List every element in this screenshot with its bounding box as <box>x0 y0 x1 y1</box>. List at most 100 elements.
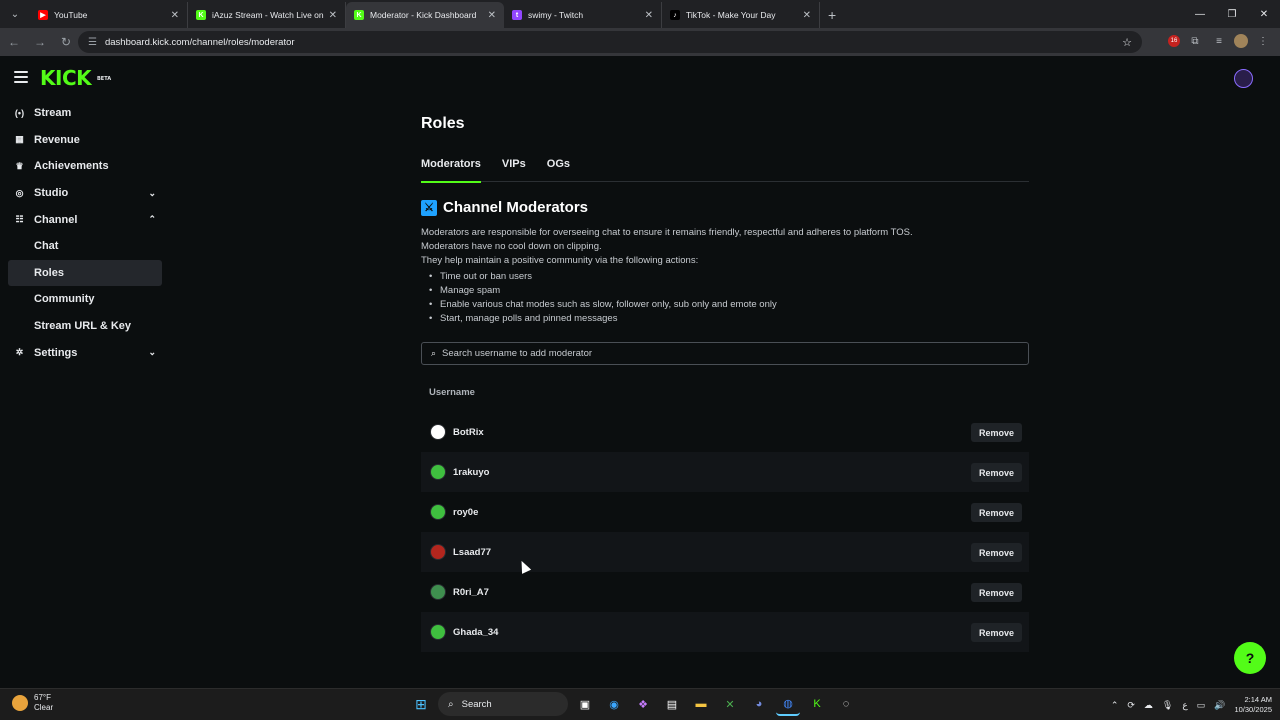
weather-widget[interactable]: 67°F Clear <box>12 693 53 713</box>
sidebar-item-stream-url-key[interactable]: Stream URL & Key <box>0 313 170 340</box>
moderator-username[interactable]: Lsaad77 <box>453 547 491 558</box>
help-chat-button[interactable]: ? <box>1234 642 1266 674</box>
sidebar-item-chat[interactable]: Chat <box>0 233 170 260</box>
remove-button[interactable]: Remove <box>970 543 1022 562</box>
puzzle-icon[interactable]: ⧉ <box>1186 32 1204 50</box>
remove-button[interactable]: Remove <box>970 463 1022 482</box>
action-item: Start, manage polls and pinned messages <box>421 312 1029 326</box>
tab-favicon-icon: ▶ <box>38 10 48 20</box>
microphone-icon[interactable]: 🎙 <box>1162 700 1173 711</box>
tab-vips[interactable]: VIPs <box>502 158 526 182</box>
sidebar-item-achievements[interactable]: ♛ Achievements <box>0 153 170 180</box>
moderator-username[interactable]: BotRix <box>453 427 484 438</box>
taskbar-search[interactable]: ⌕ Search <box>438 692 568 716</box>
tab-favicon-icon: K <box>354 10 364 20</box>
close-window-icon[interactable]: ✕ <box>1248 0 1280 28</box>
moderator-username[interactable]: Ghada_34 <box>453 627 498 638</box>
avatar <box>430 424 446 440</box>
start-icon[interactable]: ⊞ <box>409 692 433 716</box>
tab-close-icon[interactable]: ✕ <box>171 10 179 21</box>
discord-icon[interactable]: ◕ <box>747 692 771 716</box>
language-icon[interactable]: ع <box>1182 700 1187 711</box>
moderator-username[interactable]: roy0e <box>453 507 478 518</box>
chevron-up-icon[interactable]: ⌃ <box>1111 700 1119 711</box>
kick-app-icon[interactable]: K <box>805 692 829 716</box>
xbox-icon[interactable]: ✕ <box>718 692 742 716</box>
avatar <box>430 584 446 600</box>
remove-button[interactable]: Remove <box>970 503 1022 522</box>
sidebar-item-label: Achievements <box>34 160 109 173</box>
studio-icon: ◎ <box>15 187 24 198</box>
sync-icon[interactable]: ⟳ <box>1127 700 1135 711</box>
chrome-icon[interactable]: ◍ <box>776 692 800 716</box>
tab-title: Moderator - Kick Dashboard <box>370 10 477 20</box>
tab-close-icon[interactable]: ✕ <box>645 10 653 21</box>
search-input[interactable] <box>442 348 1003 359</box>
tab-search-icon[interactable]: ⌄ <box>4 3 26 25</box>
chevron-up-icon[interactable]: ⌃ <box>148 214 156 225</box>
volume-icon[interactable]: 🔊 <box>1214 700 1225 711</box>
browser-tab[interactable]: ♪ TikTok - Make Your Day ✕ <box>662 2 820 28</box>
user-avatar[interactable] <box>1234 69 1253 88</box>
browser-tab[interactable]: t swimy - Twitch ✕ <box>504 2 662 28</box>
remove-button[interactable]: Remove <box>970 423 1022 442</box>
browser-tab[interactable]: ▶ YouTube ✕ <box>30 2 188 28</box>
url-text: dashboard.kick.com/channel/roles/moderat… <box>104 36 295 48</box>
maximize-icon[interactable]: ❐ <box>1216 0 1248 28</box>
sidebar-item-roles[interactable]: Roles <box>8 259 162 287</box>
media-control-icon[interactable]: ≡ <box>1210 32 1228 50</box>
tab-close-icon[interactable]: ✕ <box>803 10 811 21</box>
kebab-menu-icon[interactable]: ⋮ <box>1254 32 1272 50</box>
kick-logo[interactable]: KICK BETA <box>40 68 111 88</box>
sidebar-item-stream[interactable]: (•) Stream <box>0 100 170 127</box>
url-bar[interactable]: ☰ dashboard.kick.com/channel/roles/moder… <box>78 31 1142 53</box>
tab-close-icon[interactable]: ✕ <box>329 10 337 21</box>
kick-top-nav: KICK BETA <box>0 56 1280 100</box>
hamburger-menu-icon[interactable] <box>14 71 28 83</box>
sidebar-item-revenue[interactable]: ▦ Revenue <box>0 127 170 154</box>
browser-tab-strip: ⌄ ▶ YouTube ✕ KiAzuz Stream - Watch Live on… <box>0 0 1280 28</box>
add-moderator-search[interactable]: ⌕ <box>421 342 1029 365</box>
remove-button[interactable]: Remove <box>970 583 1022 602</box>
actions-list: Time out or ban users Manage spam Enable… <box>421 270 1029 326</box>
network-icon[interactable]: ▭ <box>1197 700 1206 711</box>
bookmark-star-icon[interactable]: ☆ <box>1122 36 1132 49</box>
cloud-icon[interactable]: ☁ <box>1144 700 1153 711</box>
weather-icon <box>12 695 28 711</box>
action-item: Enable various chat modes such as slow, … <box>421 298 1029 312</box>
copilot-icon[interactable]: ❖ <box>631 692 655 716</box>
minimize-icon[interactable]: — <box>1184 0 1216 28</box>
moderator-username[interactable]: R0ri_A7 <box>453 587 489 598</box>
store-icon[interactable]: ▤ <box>660 692 684 716</box>
obs-icon[interactable]: ◌ <box>834 692 858 716</box>
sidebar-item-channel[interactable]: ☷ Channel ⌃ <box>0 206 170 233</box>
remove-button[interactable]: Remove <box>970 623 1022 642</box>
profile-avatar[interactable] <box>1234 34 1248 48</box>
taskbar-apps: ⊞ ⌕ Search ▣ ◉ ❖ ▤ ▬ ✕ ◕ ◍ K ◌ <box>409 692 858 716</box>
new-tab-button[interactable]: + <box>828 7 836 23</box>
forward-button[interactable]: → <box>28 30 52 54</box>
task-view-icon[interactable]: ▣ <box>573 692 597 716</box>
chevron-down-icon[interactable]: ⌄ <box>148 347 156 358</box>
tab-close-icon[interactable]: ✕ <box>488 10 496 21</box>
file-explorer-icon[interactable]: ▬ <box>689 692 713 716</box>
extension-badge-icon[interactable]: 16 <box>1168 35 1180 47</box>
clock[interactable]: 2:14 AM 10/30/2025 <box>1234 695 1272 715</box>
back-button[interactable]: ← <box>2 30 26 54</box>
reload-button[interactable]: ↻ <box>54 30 78 54</box>
tab-title: YouTube <box>54 10 88 20</box>
chevron-down-icon[interactable]: ⌄ <box>148 188 156 199</box>
sidebar-item-community[interactable]: Community <box>0 286 170 313</box>
tab-favicon-icon: K <box>196 10 206 20</box>
sidebar-item-settings[interactable]: ✲ Settings ⌄ <box>0 339 170 366</box>
tab-title: TikTok - Make Your Day <box>686 10 776 20</box>
tab-ogs[interactable]: OGs <box>547 158 570 182</box>
edge-icon[interactable]: ◉ <box>602 692 626 716</box>
tab-moderators[interactable]: Moderators <box>421 158 481 183</box>
browser-tab[interactable]: KiAzuz Stream - Watch Live on K ✕ <box>188 2 346 28</box>
site-info-icon[interactable]: ☰ <box>88 37 97 48</box>
moderator-username[interactable]: 1rakuyo <box>453 467 489 478</box>
table-header-username: Username <box>429 386 475 398</box>
sidebar-item-studio[interactable]: ◎ Studio ⌄ <box>0 180 170 207</box>
browser-tab[interactable]: K Moderator - Kick Dashboard ✕ <box>346 2 504 28</box>
